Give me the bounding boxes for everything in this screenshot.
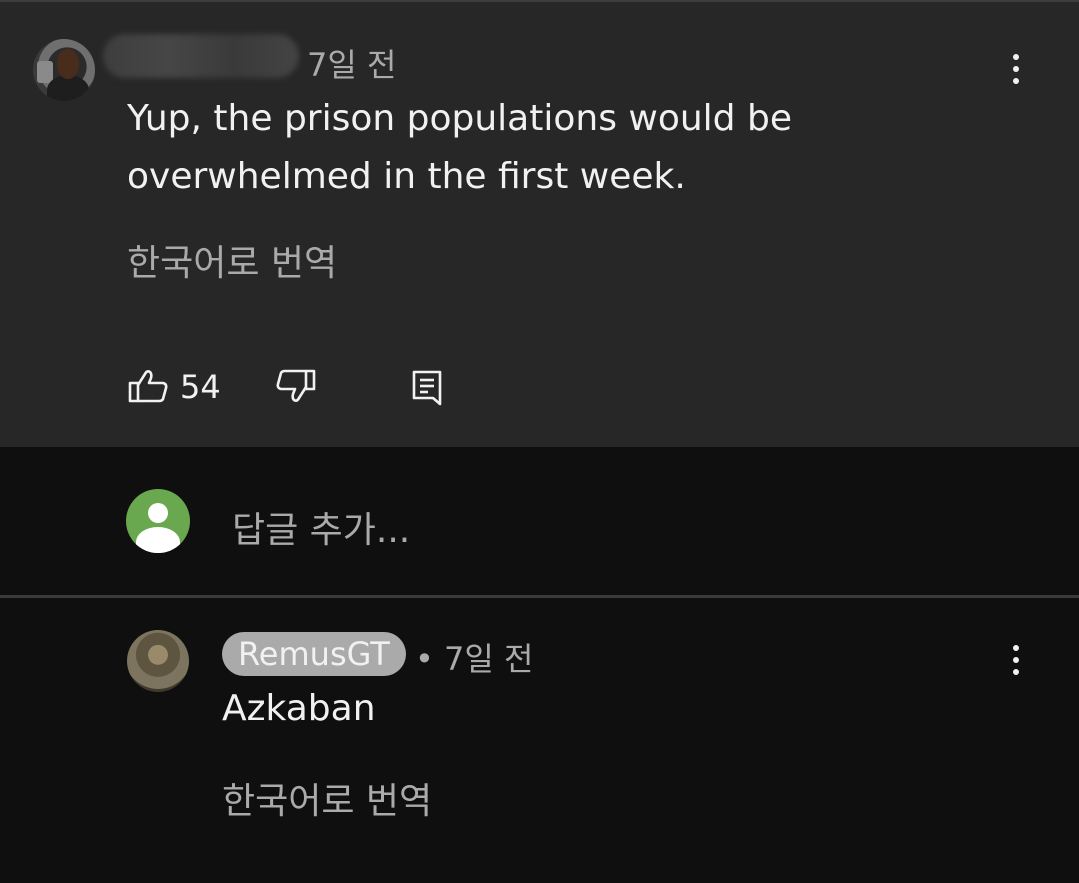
reply-comment-icon[interactable] [406,366,450,410]
reply-more-options-icon[interactable] [1001,635,1031,685]
reply-author-badge[interactable]: RemusGT [222,632,406,676]
reply-input[interactable]: 답글 추가... [232,501,410,553]
reply-translate-link[interactable]: 한국어로 번역 [222,772,432,824]
translate-link[interactable]: 한국어로 번역 [127,234,337,286]
section-divider [0,595,1079,598]
more-options-icon[interactable] [1001,44,1031,94]
like-count: 54 [180,368,221,406]
comment-text: Yup, the prison populations would be ove… [127,98,792,197]
commenter-avatar[interactable] [33,39,95,101]
redacted-author-name [103,34,299,78]
reply-author-avatar[interactable] [127,630,189,692]
user-avatar[interactable] [126,489,190,553]
comment-card: 7일 전 Yup, the prison populations would b… [0,2,1079,447]
comment-actions: 54 [0,360,600,416]
reply-timestamp: • 7일 전 [415,640,534,678]
thumb-up-icon[interactable] [127,366,171,410]
add-reply-section: 답글 추가... [0,447,1079,595]
thumb-down-icon[interactable] [273,366,317,410]
reply-text: Azkaban [222,688,376,729]
comment-timestamp: 7일 전 [307,46,397,84]
